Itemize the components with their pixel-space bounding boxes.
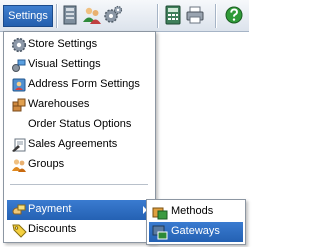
groups-icon — [11, 157, 27, 173]
toolbar-separator — [157, 4, 159, 28]
menu-item-label: Address Form Settings — [28, 78, 140, 90]
menu-item-label: Warehouses — [28, 98, 90, 110]
submenu-item-gateways[interactable]: Gateways — [149, 222, 243, 242]
address-book-icon — [11, 77, 27, 93]
methods-icon — [152, 204, 168, 220]
catalog-icon[interactable] — [60, 4, 80, 26]
toolbar-separator — [56, 4, 58, 28]
menu-item-discounts[interactable]: Discounts — [7, 220, 152, 240]
payment-submenu: Methods Gateways — [146, 199, 246, 245]
warehouse-icon — [11, 97, 27, 113]
menu-divider — [10, 184, 148, 186]
tag-icon — [11, 222, 27, 238]
menu-item-label: Visual Settings — [28, 58, 101, 70]
help-icon[interactable] — [224, 4, 244, 26]
submenu-item-label: Gateways — [171, 225, 220, 237]
toolbar-separator — [215, 4, 217, 28]
menu-item-groups[interactable]: Groups — [7, 155, 152, 175]
toolbar: Settings — [0, 0, 249, 32]
gear-icon — [11, 37, 27, 53]
visual-icon — [11, 57, 27, 73]
menu-item-order-status-options[interactable]: Order Status Options — [7, 115, 152, 135]
calculator-icon[interactable] — [163, 4, 183, 26]
menu-item-sales-agreements[interactable]: Sales Agreements — [7, 135, 152, 155]
settings-dropdown-menu: Store Settings Visual Settings Address F… — [3, 31, 156, 243]
menu-item-label: Order Status Options — [28, 118, 132, 130]
menu-item-visual-settings[interactable]: Visual Settings — [7, 55, 152, 75]
menu-item-label: Sales Agreements — [28, 138, 118, 150]
menu-item-label: Store Settings — [28, 38, 98, 50]
menu-item-warehouses[interactable]: Warehouses — [7, 95, 152, 115]
gateway-icon — [152, 224, 168, 240]
agreement-icon — [11, 137, 27, 153]
menu-item-label: Payment — [28, 203, 72, 215]
menu-item-label: Discounts — [28, 223, 77, 235]
menu-item-store-settings[interactable]: Store Settings — [7, 35, 152, 55]
payment-icon — [11, 202, 27, 218]
submenu-item-methods[interactable]: Methods — [149, 202, 243, 222]
printer-icon[interactable] — [185, 4, 205, 26]
menu-item-payment[interactable]: Payment — [7, 200, 152, 220]
submenu-item-label: Methods — [171, 205, 214, 217]
menu-item-label: Groups — [28, 158, 65, 170]
menu-item-address-form-settings[interactable]: Address Form Settings — [7, 75, 152, 95]
users-icon[interactable] — [82, 4, 102, 26]
settings-menu-button[interactable]: Settings — [3, 5, 53, 27]
gears-icon[interactable] — [103, 4, 123, 26]
